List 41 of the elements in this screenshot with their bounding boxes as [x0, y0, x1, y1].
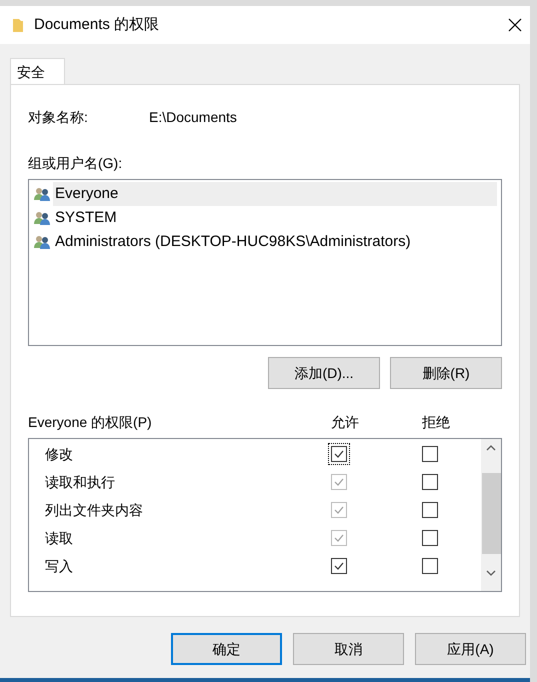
- group-item[interactable]: Administrators (DESKTOP-HUC98KS\Administrators): [53, 230, 497, 254]
- folder-icon: [12, 17, 24, 33]
- group-item[interactable]: Everyone: [53, 182, 497, 206]
- check-icon: [334, 562, 344, 570]
- group-action-button[interactable]: 删除(R): [390, 357, 502, 389]
- allow-header: 允许: [331, 413, 360, 432]
- permission-name: 列出文件夹内容: [44, 500, 144, 520]
- close-icon[interactable]: [508, 18, 522, 32]
- checkbox[interactable]: [422, 474, 438, 490]
- scroll-thumb[interactable]: [482, 473, 500, 554]
- check-icon: [334, 534, 344, 542]
- dialog-button[interactable]: 确定: [171, 633, 282, 665]
- users-icon: [33, 234, 51, 250]
- check-icon: [334, 478, 344, 486]
- check-icon: [334, 506, 344, 514]
- tab[interactable]: 安全: [10, 58, 65, 85]
- object-name-label: 对象名称:: [28, 108, 89, 127]
- check-icon: [334, 450, 344, 458]
- checkbox[interactable]: [331, 558, 347, 574]
- permission-name: 写入: [44, 556, 74, 576]
- checkbox[interactable]: [422, 558, 438, 574]
- dialog-button[interactable]: 应用(A): [415, 633, 526, 665]
- scroll-down-icon[interactable]: [486, 570, 496, 576]
- checkbox[interactable]: [422, 530, 438, 546]
- window-title: Documents 的权限: [34, 14, 160, 35]
- dialog-button[interactable]: 取消: [293, 633, 404, 665]
- permission-name: 读取和执行: [44, 472, 116, 492]
- users-icon: [33, 186, 51, 202]
- group-action-button[interactable]: 添加(D)...: [268, 357, 380, 389]
- checkbox[interactable]: [422, 446, 438, 462]
- object-name-value: E:\Documents: [149, 108, 237, 127]
- permission-name: 读取: [44, 528, 74, 548]
- checkbox[interactable]: [422, 502, 438, 518]
- permission-name: 修改: [44, 444, 74, 464]
- deny-header: 拒绝: [422, 413, 450, 432]
- group-item[interactable]: SYSTEM: [53, 206, 497, 230]
- users-icon: [33, 210, 51, 226]
- scrollbar[interactable]: [481, 439, 501, 591]
- scroll-up-icon[interactable]: [486, 445, 496, 451]
- permissions-label: Everyone 的权限(P): [28, 413, 153, 432]
- groups-label: 组或用户名(G):: [28, 154, 124, 173]
